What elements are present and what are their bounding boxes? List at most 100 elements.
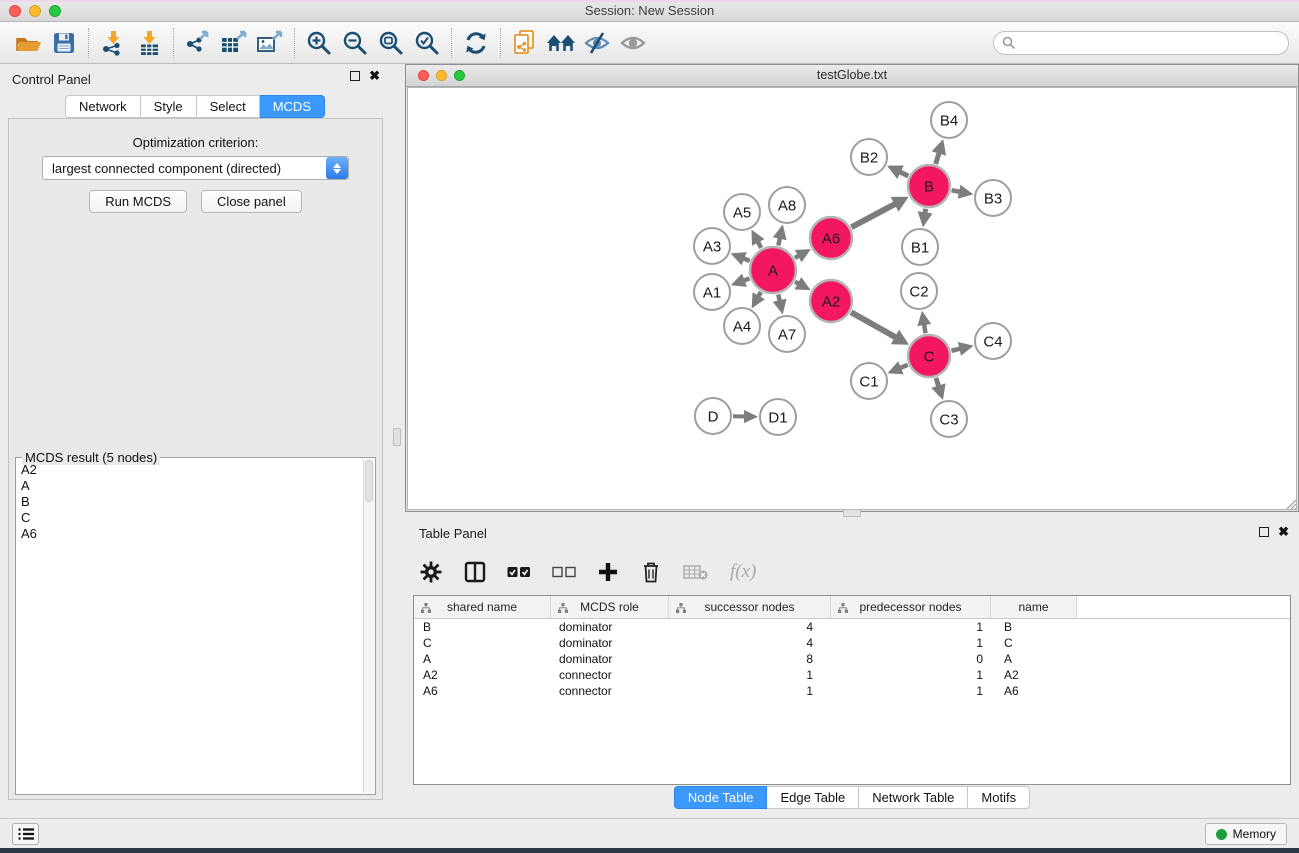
- graph-node-b2[interactable]: B2: [851, 139, 887, 175]
- edge-C-C3[interactable]: [931, 378, 945, 400]
- add-column-icon[interactable]: [597, 557, 619, 587]
- export-table-icon[interactable]: [216, 26, 252, 60]
- hide-selected-icon[interactable]: [579, 26, 615, 60]
- zoom-window-button[interactable]: [49, 5, 61, 17]
- column-header-successor-nodes[interactable]: successor nodes: [669, 596, 831, 618]
- search-input[interactable]: [1021, 36, 1280, 50]
- import-network-icon[interactable]: [95, 26, 131, 60]
- edge-A6-B[interactable]: [851, 197, 908, 227]
- edge-A-A2[interactable]: [795, 277, 811, 290]
- column-header-mcds-role[interactable]: MCDS role: [551, 596, 669, 618]
- edge-B-B1[interactable]: [918, 209, 933, 227]
- open-file-icon[interactable]: [10, 26, 46, 60]
- zoom-fit-icon[interactable]: [373, 26, 409, 60]
- minimize-view-button[interactable]: [436, 70, 447, 81]
- save-session-icon[interactable]: [46, 26, 82, 60]
- table-row-a2[interactable]: A2connector11A2: [414, 667, 1290, 683]
- float-table-panel-icon[interactable]: [1259, 527, 1269, 537]
- tab-mcds[interactable]: MCDS: [260, 95, 325, 118]
- close-window-button[interactable]: [9, 5, 21, 17]
- show-all-icon[interactable]: [615, 26, 651, 60]
- result-item-a[interactable]: A: [21, 478, 363, 494]
- table-row-c[interactable]: Cdominator41C: [414, 635, 1290, 651]
- graph-node-a2[interactable]: A2: [810, 280, 852, 322]
- graph-node-a7[interactable]: A7: [769, 316, 805, 352]
- tab-network-table[interactable]: Network Table: [859, 786, 968, 809]
- edge-C-C2[interactable]: [917, 311, 931, 334]
- edge-A-A5[interactable]: [751, 230, 764, 248]
- column-header-predecessor-nodes[interactable]: predecessor nodes: [831, 596, 991, 618]
- graph-node-b4[interactable]: B4: [931, 102, 967, 138]
- graph-node-d1[interactable]: D1: [760, 399, 796, 435]
- horizontal-divider-grip[interactable]: [843, 509, 861, 517]
- tab-network[interactable]: Network: [65, 95, 141, 118]
- edge-C-C1[interactable]: [887, 361, 907, 374]
- graph-node-c4[interactable]: C4: [975, 323, 1011, 359]
- delete-column-trash-icon[interactable]: [640, 557, 662, 587]
- edge-A-A4[interactable]: [752, 292, 765, 309]
- result-item-c[interactable]: C: [21, 510, 363, 526]
- graph-node-a4[interactable]: A4: [724, 308, 760, 344]
- close-panel-button[interactable]: Close panel: [201, 190, 302, 213]
- graph-node-b[interactable]: B: [908, 165, 950, 207]
- vertical-divider-grip[interactable]: [393, 428, 401, 446]
- zoom-selected-icon[interactable]: [409, 26, 445, 60]
- edge-C-C4[interactable]: [951, 342, 973, 356]
- edge-A-A6[interactable]: [795, 249, 811, 262]
- refresh-icon[interactable]: [458, 26, 494, 60]
- graph-node-c3[interactable]: C3: [931, 401, 967, 437]
- edge-A2-C[interactable]: [851, 312, 909, 344]
- graph-node-b3[interactable]: B3: [975, 180, 1011, 216]
- export-image-icon[interactable]: [252, 26, 288, 60]
- delete-table-icon[interactable]: [683, 557, 709, 587]
- edge-B-B3[interactable]: [952, 185, 974, 199]
- edge-A-A7[interactable]: [773, 294, 787, 314]
- graph-node-c2[interactable]: C2: [901, 273, 937, 309]
- table-row-a6[interactable]: A6connector11A6: [414, 683, 1290, 699]
- graph-node-a5[interactable]: A5: [724, 194, 760, 230]
- criterion-select[interactable]: largest connected component (directed): [42, 156, 349, 180]
- tab-style[interactable]: Style: [141, 95, 197, 118]
- column-layout-icon[interactable]: [464, 557, 486, 587]
- graph-node-a6[interactable]: A6: [810, 217, 852, 259]
- table-row-b[interactable]: Bdominator41B: [414, 619, 1290, 635]
- edge-D-D1[interactable]: [733, 410, 758, 423]
- zoom-view-button[interactable]: [454, 70, 465, 81]
- task-history-button[interactable]: [12, 823, 39, 845]
- function-builder-icon[interactable]: f(x): [730, 557, 756, 587]
- edge-A-A8[interactable]: [773, 225, 787, 246]
- close-panel-icon[interactable]: ✖: [369, 71, 380, 81]
- table-row-a[interactable]: Adominator80A: [414, 651, 1290, 667]
- graph-node-b1[interactable]: B1: [902, 229, 938, 265]
- result-scrollbar[interactable]: [363, 459, 374, 793]
- network-window-titlebar[interactable]: testGlobe.txt: [406, 65, 1298, 87]
- result-item-a6[interactable]: A6: [21, 526, 363, 542]
- deselect-all-checkboxes-icon[interactable]: [552, 557, 576, 587]
- float-panel-icon[interactable]: [350, 71, 360, 81]
- zoom-in-icon[interactable]: [301, 26, 337, 60]
- result-item-a2[interactable]: A2: [21, 462, 363, 478]
- graph-node-d[interactable]: D: [695, 398, 731, 434]
- select-all-checkboxes-icon[interactable]: [507, 557, 531, 587]
- run-mcds-button[interactable]: Run MCDS: [89, 190, 187, 213]
- network-canvas[interactable]: B4B2BB3A5A8A6B1A3AC2A1A2A4A7C4CC1C3DD1: [407, 87, 1297, 510]
- graph-node-c1[interactable]: C1: [851, 363, 887, 399]
- tab-edge-table[interactable]: Edge Table: [767, 786, 859, 809]
- search-field[interactable]: [993, 31, 1289, 55]
- clone-network-icon[interactable]: [507, 26, 543, 60]
- memory-button[interactable]: Memory: [1205, 823, 1287, 845]
- export-network-icon[interactable]: [180, 26, 216, 60]
- column-header-name[interactable]: name: [991, 596, 1077, 618]
- column-header-shared-name[interactable]: shared name: [414, 596, 551, 618]
- tab-select[interactable]: Select: [197, 95, 260, 118]
- result-item-b[interactable]: B: [21, 494, 363, 510]
- import-table-icon[interactable]: [131, 26, 167, 60]
- home-layout-icon[interactable]: [543, 26, 579, 60]
- graph-node-a3[interactable]: A3: [694, 228, 730, 264]
- close-table-panel-icon[interactable]: ✖: [1278, 527, 1289, 537]
- graph-node-a[interactable]: A: [750, 247, 796, 293]
- graph-node-a8[interactable]: A8: [769, 187, 805, 223]
- tab-node-table[interactable]: Node Table: [674, 786, 768, 809]
- settings-gear-icon[interactable]: [419, 557, 443, 587]
- tab-motifs[interactable]: Motifs: [968, 786, 1030, 809]
